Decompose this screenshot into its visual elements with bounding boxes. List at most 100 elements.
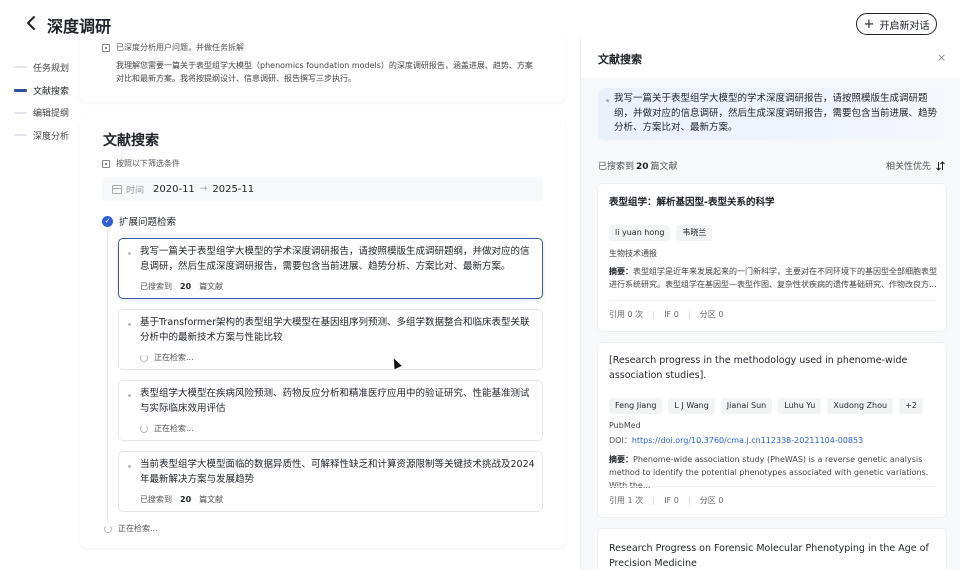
panel-query-box: 我写一篇关于表型组学大模型的学术深度调研报告，请按照模版生成调研题纲，并做对应的… (598, 88, 946, 140)
query-item[interactable]: 表型组学大模型在疾病风险预测、药物反应分析和精准医疗应用中的验证研究、性能基准测… (118, 380, 543, 441)
query-status: 已搜索到 20 篇文献 (140, 281, 223, 292)
divider (609, 486, 937, 487)
step-item-outline[interactable]: 编辑提纲 (14, 101, 69, 124)
new-chat-label: 开启新对话 (879, 20, 930, 32)
separator (688, 496, 690, 505)
paper-card[interactable]: Research Progress on Forensic Molecular … (597, 528, 947, 570)
analysis-card: 已深度分析用户问题，并做任务拆解 我理解您需要一篇关于表型组学大模型（pheno… (80, 38, 565, 102)
author-tag[interactable]: Jianai Sun (720, 398, 773, 414)
analysis-done-label: 已深度分析用户问题，并做任务拆解 (116, 43, 244, 52)
timeline-line (107, 230, 108, 522)
author-tag[interactable]: li yuan hong (609, 225, 671, 241)
query-status: 正在检索... (140, 423, 194, 434)
author-list: Feng Jiang L J Wang Jianai Sun Luhu Yu X… (609, 398, 923, 414)
author-list: li yuan hong 韦晓兰 (609, 225, 713, 241)
citation-count: 引用 0 次 (609, 310, 644, 319)
step-indicator (14, 111, 27, 114)
status-text: 正在检索... (154, 424, 194, 433)
task-icon (102, 43, 110, 52)
author-tag[interactable]: Xudong Zhou (827, 398, 894, 414)
status-text: 正在检索... (154, 353, 194, 362)
abstract-label: 摘要： (609, 267, 633, 276)
query-status: 正在检索... (140, 352, 194, 363)
journal-name: 生物技术通报 (609, 249, 657, 258)
expand-query-header: ✓ 扩展问题检索 (102, 214, 176, 228)
separator (653, 496, 655, 505)
step-label: 深度分析 (33, 131, 70, 142)
paper-title[interactable]: [Research progress in the methodology us… (609, 353, 939, 383)
paper-abstract: 摘要：表型组学是近年来发展起来的一门新科学，主要对在不同环境下的基因型全部细胞表… (609, 265, 939, 291)
status-suffix: 篇文献 (199, 495, 224, 504)
step-indicator (14, 134, 27, 137)
new-chat-button[interactable]: + 开启新对话 (856, 13, 937, 35)
check-circle-icon: ✓ (102, 215, 113, 227)
abstract-text: 表型组学是近年来发展起来的一门新科学，主要对在不同环境下的基因型全部细胞表型进行… (609, 267, 937, 289)
query-status: 已搜索到 20 篇文献 (140, 494, 223, 505)
paper-card[interactable]: 表型组学：解析基因型-表型关系的科学 li yuan hong 韦晓兰 生物技术… (597, 183, 947, 332)
step-label: 任务规划 (33, 63, 70, 74)
author-tag[interactable]: L J Wang (668, 398, 715, 414)
step-label: 文献搜索 (33, 86, 70, 97)
step-item-analysis[interactable]: 深度分析 (14, 124, 69, 147)
page-title: 深度调研 (47, 17, 112, 36)
query-item[interactable]: 基于Transformer架构的表型组学大模型在基因组序列预测、多组学数据整合和… (118, 309, 543, 370)
bullet (128, 394, 131, 397)
abstract-label: 摘要： (609, 455, 633, 464)
status-prefix: 已搜索到 (140, 495, 172, 504)
bullet (128, 465, 131, 468)
impact-factor: IF 0 (664, 310, 679, 319)
filter-icon (102, 159, 110, 168)
result-count: 20 (180, 282, 192, 291)
step-indicator (14, 88, 27, 92)
journal-name: PubMed (609, 421, 641, 430)
query-text: 表型组学大模型在疾病风险预测、药物反应分析和精准医疗应用中的验证研究、性能基准测… (140, 388, 530, 414)
step-item-planning[interactable]: 任务规划 (14, 56, 69, 79)
close-icon[interactable]: × (937, 51, 946, 64)
filter-label: 按照以下筛选条件 (116, 159, 180, 168)
query-text: 我写一篇关于表型组学大模型的学术深度调研报告，请按照模版生成调研题纲，并做对应的… (140, 246, 530, 272)
paper-doi: DOI：https://doi.org/10.3760/cma.j.cn1123… (609, 435, 863, 446)
bullet (128, 323, 131, 326)
bottom-searching-status: 正在检索... (104, 523, 158, 534)
journal-zone: 分区 0 (699, 496, 724, 505)
author-tag[interactable]: 韦晓兰 (676, 225, 713, 241)
found-prefix: 已搜索到 (598, 162, 635, 172)
citation-count: 引用 1 次 (609, 496, 644, 505)
step-nav: 任务规划 文献搜索 编辑提纲 深度分析 (14, 56, 69, 147)
query-item[interactable]: 当前表型组学大模型面临的数据异质性、可解释性缺乏和计算资源限制等关键技术挑战及2… (118, 451, 543, 512)
paper-title[interactable]: 表型组学：解析基因型-表型关系的科学 (609, 195, 939, 210)
step-item-literature-search[interactable]: 文献搜索 (14, 79, 69, 102)
doi-link[interactable]: https://doi.org/10.3760/cma.j.cn112338-2… (632, 436, 863, 445)
found-number: 20 (636, 162, 649, 172)
back-arrow-icon[interactable] (22, 13, 42, 33)
literature-search-card: 文献搜索 按照以下筛选条件 时间 2020-11 → 2025-11 ✓ 扩展问… (80, 118, 565, 548)
journal-zone: 分区 0 (699, 310, 724, 319)
found-suffix: 篇文献 (650, 162, 678, 172)
author-tag[interactable]: Luhu Yu (778, 398, 822, 414)
query-text: 基于Transformer架构的表型组学大模型在基因组序列预测、多组学数据整合和… (140, 317, 530, 343)
loading-spinner-icon (104, 524, 112, 533)
panel-title: 文献搜索 (598, 53, 642, 66)
date-to: 2025-11 (212, 183, 255, 195)
abstract-text: Phenome-wide association study (PheWAS) … (609, 455, 929, 490)
paper-title[interactable]: Research Progress on Forensic Molecular … (609, 541, 939, 570)
impact-factor: IF 0 (664, 496, 679, 505)
arrow-right-icon: → (199, 184, 208, 194)
plus-icon: + (863, 16, 875, 32)
date-range-filter[interactable]: 时间 2020-11 → 2025-11 (102, 177, 543, 201)
paper-card[interactable]: [Research progress in the methodology us… (597, 342, 947, 518)
paper-meta: 引用 0 次 IF 0 分区 0 (609, 309, 723, 320)
author-tag[interactable]: Feng Jiang (609, 398, 663, 414)
search-section-title: 文献搜索 (103, 133, 159, 149)
paper-meta: 引用 1 次 IF 0 分区 0 (609, 495, 723, 506)
main-content: 已深度分析用户问题，并做任务拆解 我理解您需要一篇关于表型组学大模型（pheno… (80, 38, 565, 570)
sort-icon (936, 160, 945, 171)
query-item[interactable]: 我写一篇关于表型组学大模型的学术深度调研报告，请按照模版生成调研题纲，并做对应的… (118, 238, 543, 299)
loading-spinner-icon (140, 424, 148, 433)
sort-dropdown[interactable]: 相关性优先 (886, 159, 945, 172)
more-authors-tag[interactable]: +2 (899, 398, 923, 414)
step-label: 编辑提纲 (33, 109, 70, 120)
divider (609, 300, 937, 301)
step-indicator (14, 66, 27, 69)
separator (688, 310, 690, 319)
